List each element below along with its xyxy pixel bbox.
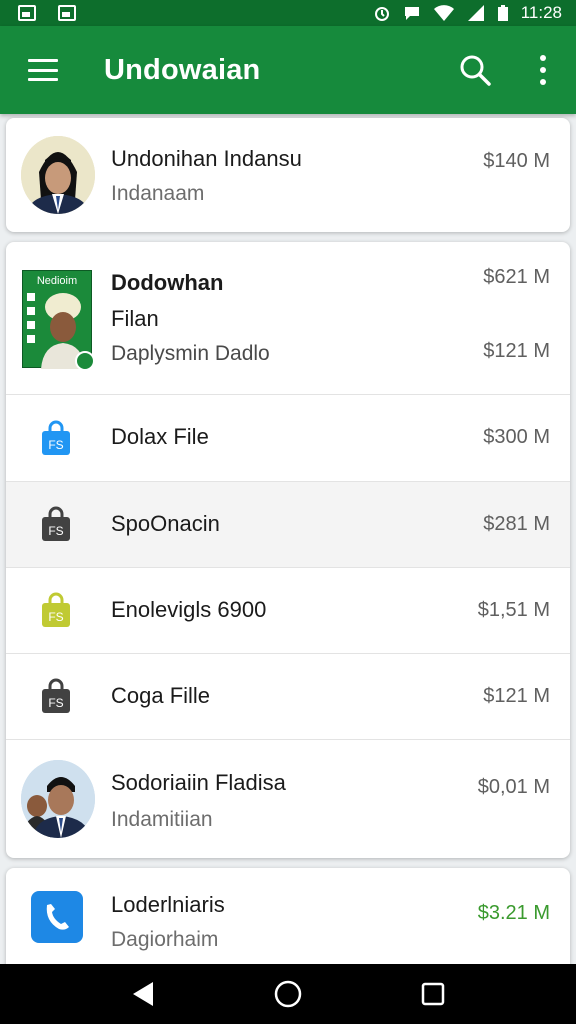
status-bar: 11:28 xyxy=(0,0,576,26)
item-title: Undonihan Indansu xyxy=(111,146,302,171)
item-subtitle: Daplysmin Dadlo xyxy=(111,342,270,365)
item-price: $0,01 M xyxy=(477,776,550,798)
list-item[interactable]: Undonihan Indansu Indanaam $140 M xyxy=(6,118,570,232)
item-subtitle: Indamitiian xyxy=(111,808,213,831)
item-title: SpoOnacin xyxy=(111,511,220,536)
item-price: $121 M xyxy=(483,685,550,707)
item-price: $300 M xyxy=(483,426,550,448)
verified-badge-icon xyxy=(75,351,95,371)
image-notification-icon xyxy=(58,5,76,21)
item-title: Dodowhan xyxy=(111,270,224,295)
item-price: $621 M xyxy=(483,266,550,288)
back-button[interactable] xyxy=(123,974,163,1014)
list-card: Nedioim Dodowhan Filan Daplysmin Dadlo $… xyxy=(6,242,570,858)
back-triangle-icon xyxy=(132,982,153,1006)
list-item[interactable]: FS SpoOnacin $281 M xyxy=(6,482,570,568)
list-item[interactable]: FS Enolevigls 6900 $1,51 M xyxy=(6,568,570,654)
navigation-bar xyxy=(0,964,576,1024)
list-item[interactable]: FS Coga Fille $121 M xyxy=(6,654,570,740)
thumbnail: Nedioim xyxy=(22,270,95,371)
item-title: Coga Fille xyxy=(111,683,211,708)
item-title: Sodoriaiin Fladisa xyxy=(111,770,286,795)
signal-icon xyxy=(467,5,484,21)
app-bar: Undowaian xyxy=(0,26,576,114)
thumbnail-label: Nedioim xyxy=(36,275,78,287)
icon-label: FS xyxy=(48,610,63,624)
list-item[interactable]: Nedioim Dodowhan Filan Daplysmin Dadlo $… xyxy=(6,242,570,395)
item-title: Enolevigls 6900 xyxy=(111,597,267,622)
item-price: $281 M xyxy=(483,513,550,535)
icon-label: FS xyxy=(48,524,63,538)
home-circle-icon xyxy=(274,980,302,1008)
shopping-bag-icon: FS xyxy=(42,678,70,713)
list-card: Undonihan Indansu Indanaam $140 M xyxy=(6,118,570,232)
shopping-bag-icon: FS xyxy=(42,506,70,541)
list-item[interactable]: Loderlniaris Dagiorhaim $3.21 M xyxy=(6,868,570,964)
icon-label: FS xyxy=(48,696,63,710)
wifi-icon xyxy=(433,5,454,21)
menu-icon[interactable] xyxy=(28,59,58,81)
shopping-bag-icon: FS xyxy=(42,592,70,627)
avatar xyxy=(21,760,95,838)
item-price: $1,51 M xyxy=(477,599,550,621)
search-icon[interactable] xyxy=(458,53,492,87)
home-button[interactable] xyxy=(268,974,308,1014)
gallery-notification-icon xyxy=(18,5,36,21)
list-item[interactable]: FS Dolax File $300 M xyxy=(6,395,570,482)
page-title: Undowaian xyxy=(104,53,261,86)
avatar xyxy=(21,136,95,214)
item-price: $140 M xyxy=(483,150,550,172)
item-title: Dolax File xyxy=(111,424,209,449)
app-icon xyxy=(31,891,83,943)
item-title-line2: Filan xyxy=(111,306,159,331)
item-price: $3.21 M xyxy=(477,902,550,924)
chat-icon xyxy=(404,7,419,20)
recents-button[interactable] xyxy=(413,974,453,1014)
item-subtitle: Indanaam xyxy=(111,182,205,205)
phone-icon xyxy=(46,904,69,930)
item-subtitle: Dagiorhaim xyxy=(111,928,219,951)
content-list: Undonihan Indansu Indanaam $140 M Nedioi… xyxy=(0,114,576,964)
status-time: 11:28 xyxy=(520,3,562,22)
shopping-bag-icon: FS xyxy=(42,420,70,455)
icon-label: FS xyxy=(48,438,63,452)
recents-square-icon xyxy=(422,982,445,1006)
more-options-icon[interactable] xyxy=(538,55,548,85)
list-item[interactable]: Sodoriaiin Fladisa Indamitiian $0,01 M xyxy=(6,740,570,858)
list-card: Loderlniaris Dagiorhaim $3.21 M xyxy=(6,868,570,964)
item-price-secondary: $121 M xyxy=(483,340,550,362)
alarm-icon xyxy=(374,7,389,21)
item-title: Loderlniaris xyxy=(111,892,225,917)
battery-icon xyxy=(497,5,508,21)
